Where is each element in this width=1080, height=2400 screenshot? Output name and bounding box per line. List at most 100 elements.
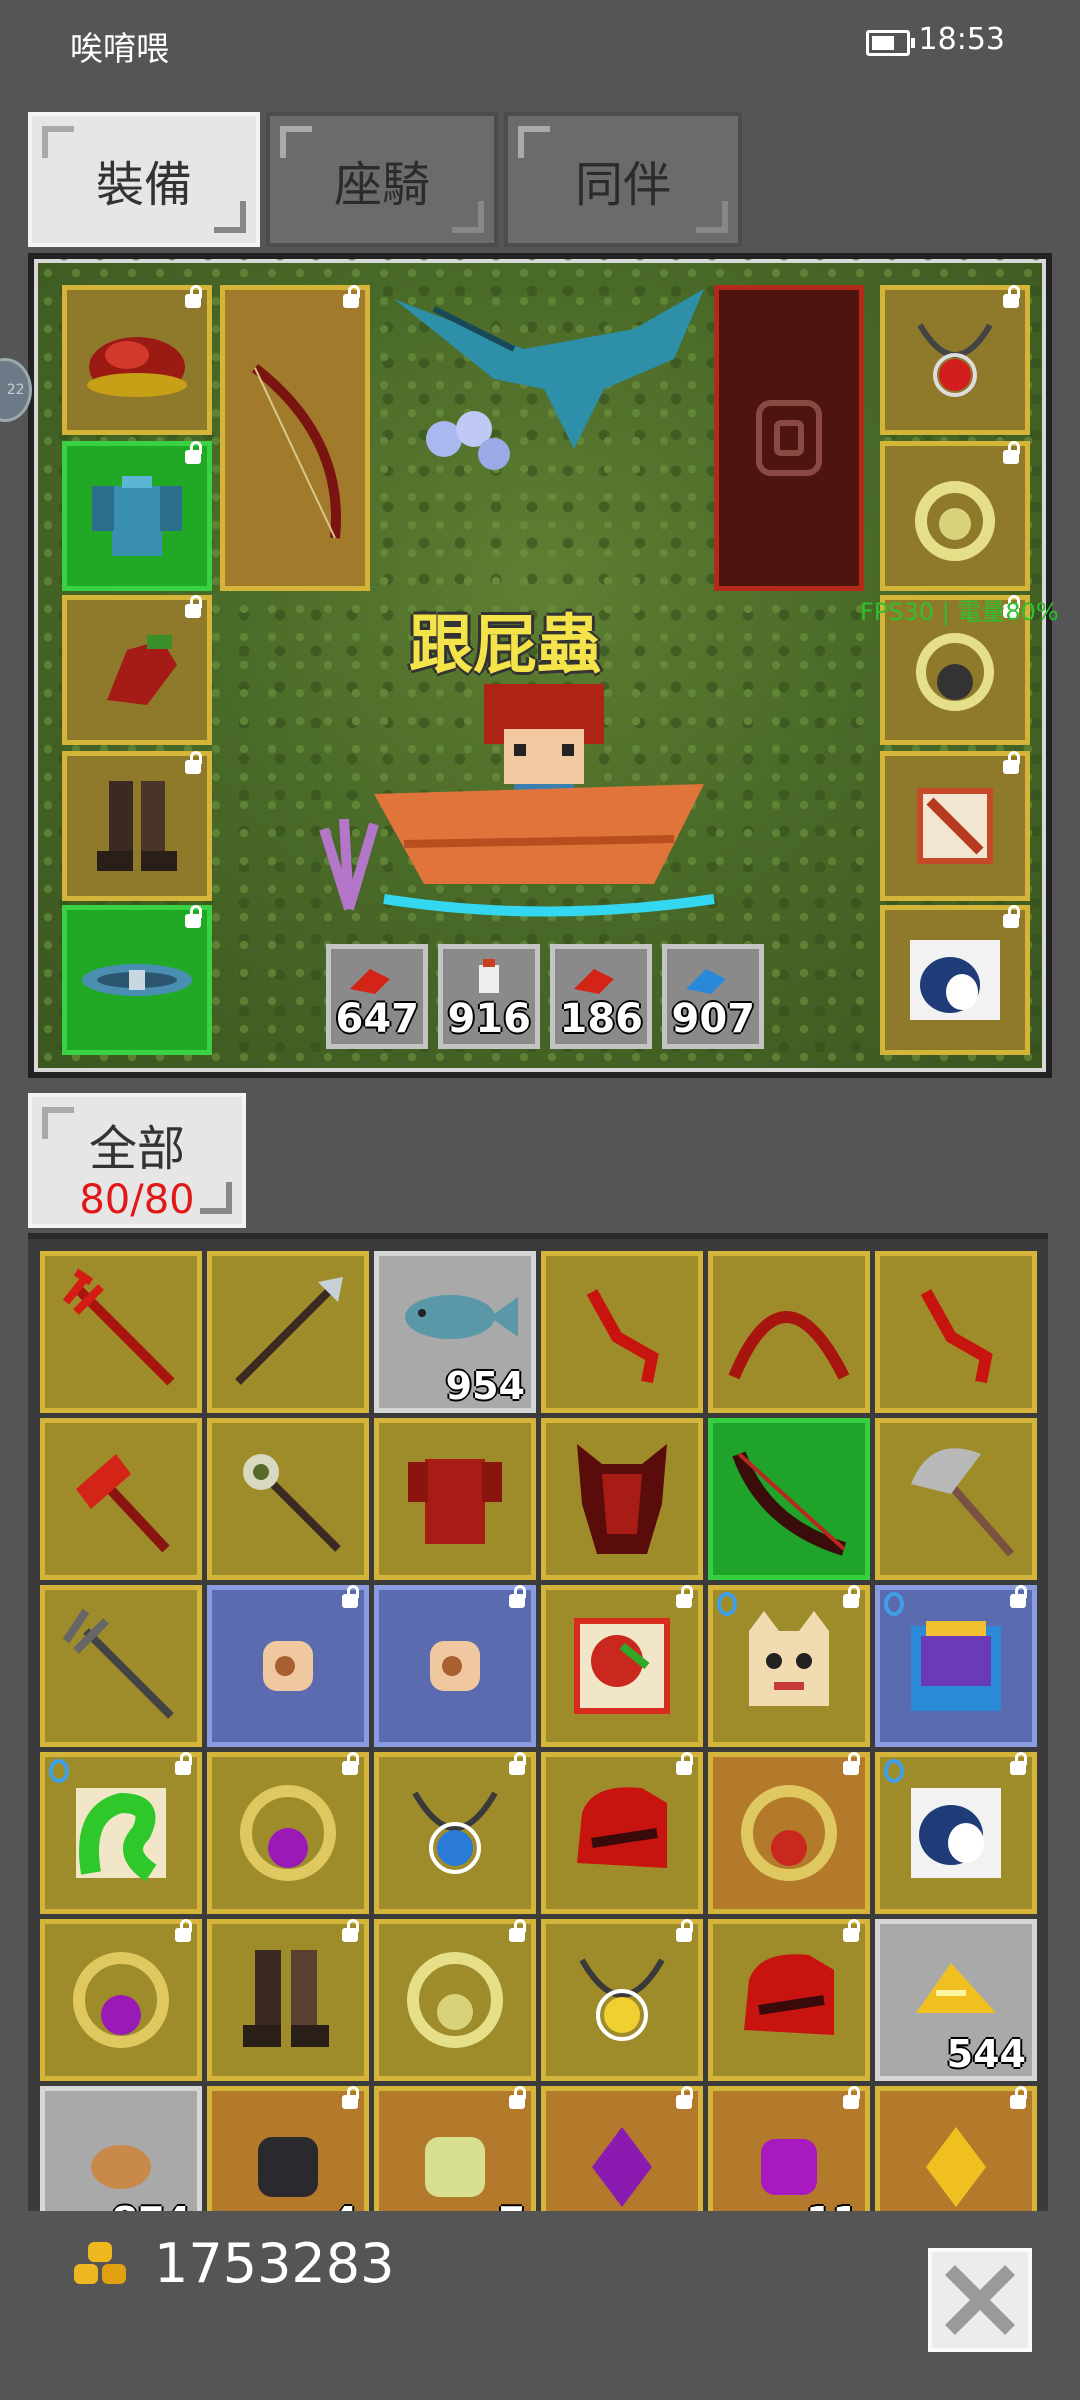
red-blade-icon	[920, 1289, 993, 1384]
inventory-item[interactable]: 544	[875, 1919, 1037, 2081]
inventory-item[interactable]: 7	[374, 2086, 536, 2211]
inventory-item[interactable]	[40, 1752, 202, 1914]
lock-icon	[1003, 441, 1020, 464]
ore-chunk-icon	[430, 1641, 480, 1691]
lock-icon	[676, 2086, 693, 2109]
inventory-item[interactable]: 11	[708, 2086, 870, 2211]
belt-slot[interactable]	[62, 905, 212, 1055]
inventory-item[interactable]	[374, 1919, 536, 2081]
inventory-item[interactable]	[207, 1585, 369, 1747]
inventory-item[interactable]: 954	[374, 1251, 536, 1413]
blue-potion-icon	[686, 969, 726, 994]
inventory-item[interactable]	[708, 1418, 870, 1580]
inventory-item[interactable]	[207, 1418, 369, 1580]
inventory-item[interactable]	[541, 1585, 703, 1747]
red-potion-icon	[574, 969, 614, 994]
close-button[interactable]	[928, 2248, 1032, 2352]
potion-slot-4[interactable]: 907	[662, 944, 764, 1049]
belt-icon	[82, 964, 192, 996]
inventory-grid: 954 544	[28, 1233, 1048, 2211]
item-count: 11	[806, 2199, 859, 2211]
equipment-panel: 跟屁蟲 647 916 186 907	[28, 253, 1052, 1078]
frame-corner	[518, 126, 550, 158]
item-count: 4	[332, 2199, 358, 2211]
tab-mount[interactable]: 座騎	[266, 112, 498, 247]
inventory-item[interactable]	[708, 1752, 870, 1914]
inventory-item[interactable]	[541, 1251, 703, 1413]
frame-corner	[200, 1182, 232, 1214]
gold-pile-icon	[916, 1962, 996, 2013]
inventory-item[interactable]	[875, 1752, 1037, 1914]
red-gloves-icon	[107, 635, 177, 705]
ring-slot-1[interactable]	[880, 441, 1030, 591]
pet-slot[interactable]	[880, 905, 1030, 1055]
status-bar: 唉唷喂 18:53	[0, 0, 1080, 90]
item-count: 544	[946, 2032, 1026, 2076]
lock-icon	[1003, 751, 1020, 774]
inventory-item[interactable]	[40, 1418, 202, 1580]
close-icon	[945, 2265, 1015, 2335]
boots-slot[interactable]	[62, 751, 212, 901]
inventory-item[interactable]	[374, 1752, 536, 1914]
armor-slot[interactable]	[62, 441, 212, 591]
inventory-item[interactable]	[875, 1585, 1037, 1747]
inventory-item[interactable]	[40, 1585, 202, 1747]
inventory-item[interactable]	[374, 1418, 536, 1580]
trident-icon	[62, 1608, 174, 1719]
tab-all-items[interactable]: 全部 80/80	[28, 1093, 246, 1228]
plant-sprite	[319, 818, 379, 911]
potion-count: 907	[671, 996, 756, 1042]
potion-slot-2[interactable]: 916	[438, 944, 540, 1049]
potion-slot-3[interactable]: 186	[550, 944, 652, 1049]
lock-icon	[509, 1585, 526, 1608]
gold-balance: 1753283	[70, 2232, 395, 2295]
weapon-slot[interactable]	[220, 285, 370, 591]
necklace-slot[interactable]	[880, 285, 1030, 435]
inventory-item[interactable]	[875, 1251, 1037, 1413]
battle-axe-icon	[911, 1448, 1015, 1557]
inventory-item[interactable]	[708, 1585, 870, 1747]
gold-crystal-icon	[926, 2127, 986, 2207]
lock-icon	[185, 595, 202, 618]
purple-gem-icon	[761, 2139, 817, 2195]
red-trident-icon	[62, 1268, 175, 1386]
tab-companion[interactable]: 同伴	[504, 112, 742, 247]
dark-ring-icon	[916, 633, 994, 711]
yellow-ring-icon	[915, 481, 995, 561]
tab-equipment[interactable]: 裝備	[28, 112, 260, 247]
inventory-item[interactable]	[541, 1919, 703, 2081]
inventory-item[interactable]	[708, 1251, 870, 1413]
inventory-item[interactable]	[374, 1585, 536, 1747]
inventory-item[interactable]	[875, 1418, 1037, 1580]
inventory-item[interactable]	[207, 1251, 369, 1413]
gloves-slot[interactable]	[62, 595, 212, 745]
ore-icon	[91, 2145, 151, 2189]
lock-icon	[185, 285, 202, 308]
card-rooster-icon	[574, 1618, 670, 1714]
fps-overlay: FPS30 | 電量80%	[860, 598, 1059, 626]
lock-icon	[509, 2086, 526, 2109]
inventory-item[interactable]	[541, 1752, 703, 1914]
inventory-item[interactable]	[207, 1919, 369, 2081]
battery-icon	[866, 30, 915, 56]
inventory-item[interactable]	[207, 1752, 369, 1914]
inventory-item[interactable]	[708, 1919, 870, 2081]
helmet-slot[interactable]	[62, 285, 212, 435]
lock-icon	[342, 1919, 359, 1942]
tab-mount-label: 座騎	[333, 156, 430, 213]
inventory-item[interactable]	[875, 2086, 1037, 2211]
inventory-item[interactable]	[541, 2086, 703, 2211]
inventory-item[interactable]: 874	[40, 2086, 202, 2211]
inventory-item[interactable]	[40, 1251, 202, 1413]
character-name: 跟屁蟲	[409, 609, 601, 683]
offhand-slot[interactable]	[714, 285, 864, 591]
yellow-ring-icon	[407, 1952, 503, 2048]
potion-slot-1[interactable]: 647	[326, 944, 428, 1049]
lock-icon	[1003, 905, 1020, 928]
inventory-item[interactable]	[40, 1919, 202, 2081]
scroll-slot[interactable]	[880, 751, 1030, 901]
inventory-item[interactable]: 4	[207, 2086, 369, 2211]
boots-icon	[243, 1950, 329, 2047]
inventory-item[interactable]	[541, 1418, 703, 1580]
mace-icon	[243, 1454, 341, 1552]
